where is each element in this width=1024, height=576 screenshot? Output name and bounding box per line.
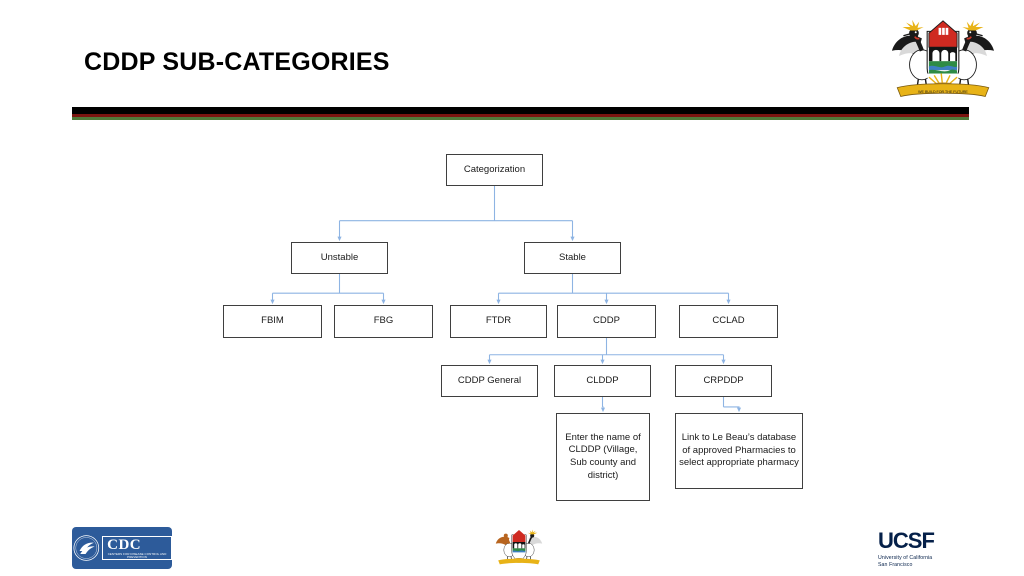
flowchart-node-crpddp-note: Link to Le Beau’s database of approved P… bbox=[675, 413, 803, 489]
cdc-tagline: CENTERS FOR DISEASE CONTROL AND PREVENTI… bbox=[107, 552, 167, 560]
flowchart-node-cclad: CCLAD bbox=[679, 305, 778, 338]
flowchart-node-label: CRPDDP bbox=[703, 374, 744, 386]
coat-of-arms-top-svg: WE BUILD FOR THE FUTURE bbox=[891, 19, 995, 97]
flowchart-node-stable: Stable bbox=[524, 242, 621, 274]
ucsf-tagline-line1: University of California bbox=[878, 555, 933, 561]
flowchart-node-label: Enter the name of CLDDP (Village, Sub co… bbox=[565, 431, 641, 481]
flowchart-node-fbg: FBG bbox=[334, 305, 433, 338]
flowchart-node-clddp: CLDDP bbox=[554, 365, 651, 397]
ucsf-logo: UCSF University of California San Franci… bbox=[878, 528, 984, 569]
flowchart-node-label: CDDP General bbox=[457, 374, 522, 386]
flowchart-node-cddp: CDDP bbox=[557, 305, 656, 338]
ucsf-tagline: University of California San Francisco bbox=[878, 555, 984, 569]
flowchart-node-ftdr: FTDR bbox=[450, 305, 547, 338]
coa-motto-text: WE BUILD FOR THE FUTURE bbox=[918, 90, 968, 94]
coat-of-arms-bottom-svg bbox=[495, 529, 543, 565]
slide-canvas: CDDP SUB-CATEGORIES Categorization Unstab… bbox=[0, 0, 1024, 576]
hhs-seal-icon bbox=[73, 535, 100, 561]
flowchart-node-cddp-general: CDDP General bbox=[441, 365, 538, 397]
flowchart-node-fbim: FBIM bbox=[223, 305, 322, 338]
flowchart-node-clddp-note: Enter the name of CLDDP (Village, Sub co… bbox=[556, 413, 650, 501]
flowchart-node-label: Unstable bbox=[320, 251, 359, 263]
flowchart-node-crpddp: CRPDDP bbox=[675, 365, 772, 397]
flowchart-node-label: CLDDP bbox=[586, 374, 619, 386]
makerere-coat-of-arms-small-icon bbox=[495, 524, 543, 568]
flowchart-node-categorization: Categorization bbox=[446, 154, 543, 186]
cdc-wordmark: CDC CENTERS FOR DISEASE CONTROL AND PREV… bbox=[102, 535, 172, 561]
ucsf-tagline-line2: San Francisco bbox=[878, 562, 913, 569]
cdc-logo: CDC CENTERS FOR DISEASE CONTROL AND PREV… bbox=[72, 527, 172, 569]
flowchart-node-label: CCLAD bbox=[712, 315, 745, 327]
ucsf-wordmark: UCSF bbox=[878, 528, 935, 553]
flowchart-node-label: Stable bbox=[559, 251, 586, 263]
flowchart-node-unstable: Unstable bbox=[291, 242, 388, 274]
flowchart: Categorization Unstable Stable FBIM FBG FTDR C… bbox=[0, 0, 1024, 576]
flowchart-node-label: Link to Le Beau’s database of approved P… bbox=[679, 432, 799, 469]
flowchart-node-label: Categorization bbox=[463, 163, 526, 175]
flowchart-node-label: FTDR bbox=[485, 315, 512, 327]
flowchart-node-label: FBIM bbox=[261, 315, 284, 327]
flowchart-node-label: FBG bbox=[373, 315, 394, 327]
flowchart-node-label: CDDP bbox=[593, 315, 620, 327]
makerere-coat-of-arms-icon: WE BUILD FOR THE FUTURE bbox=[889, 12, 997, 100]
flowchart-connectors bbox=[270, 186, 742, 413]
